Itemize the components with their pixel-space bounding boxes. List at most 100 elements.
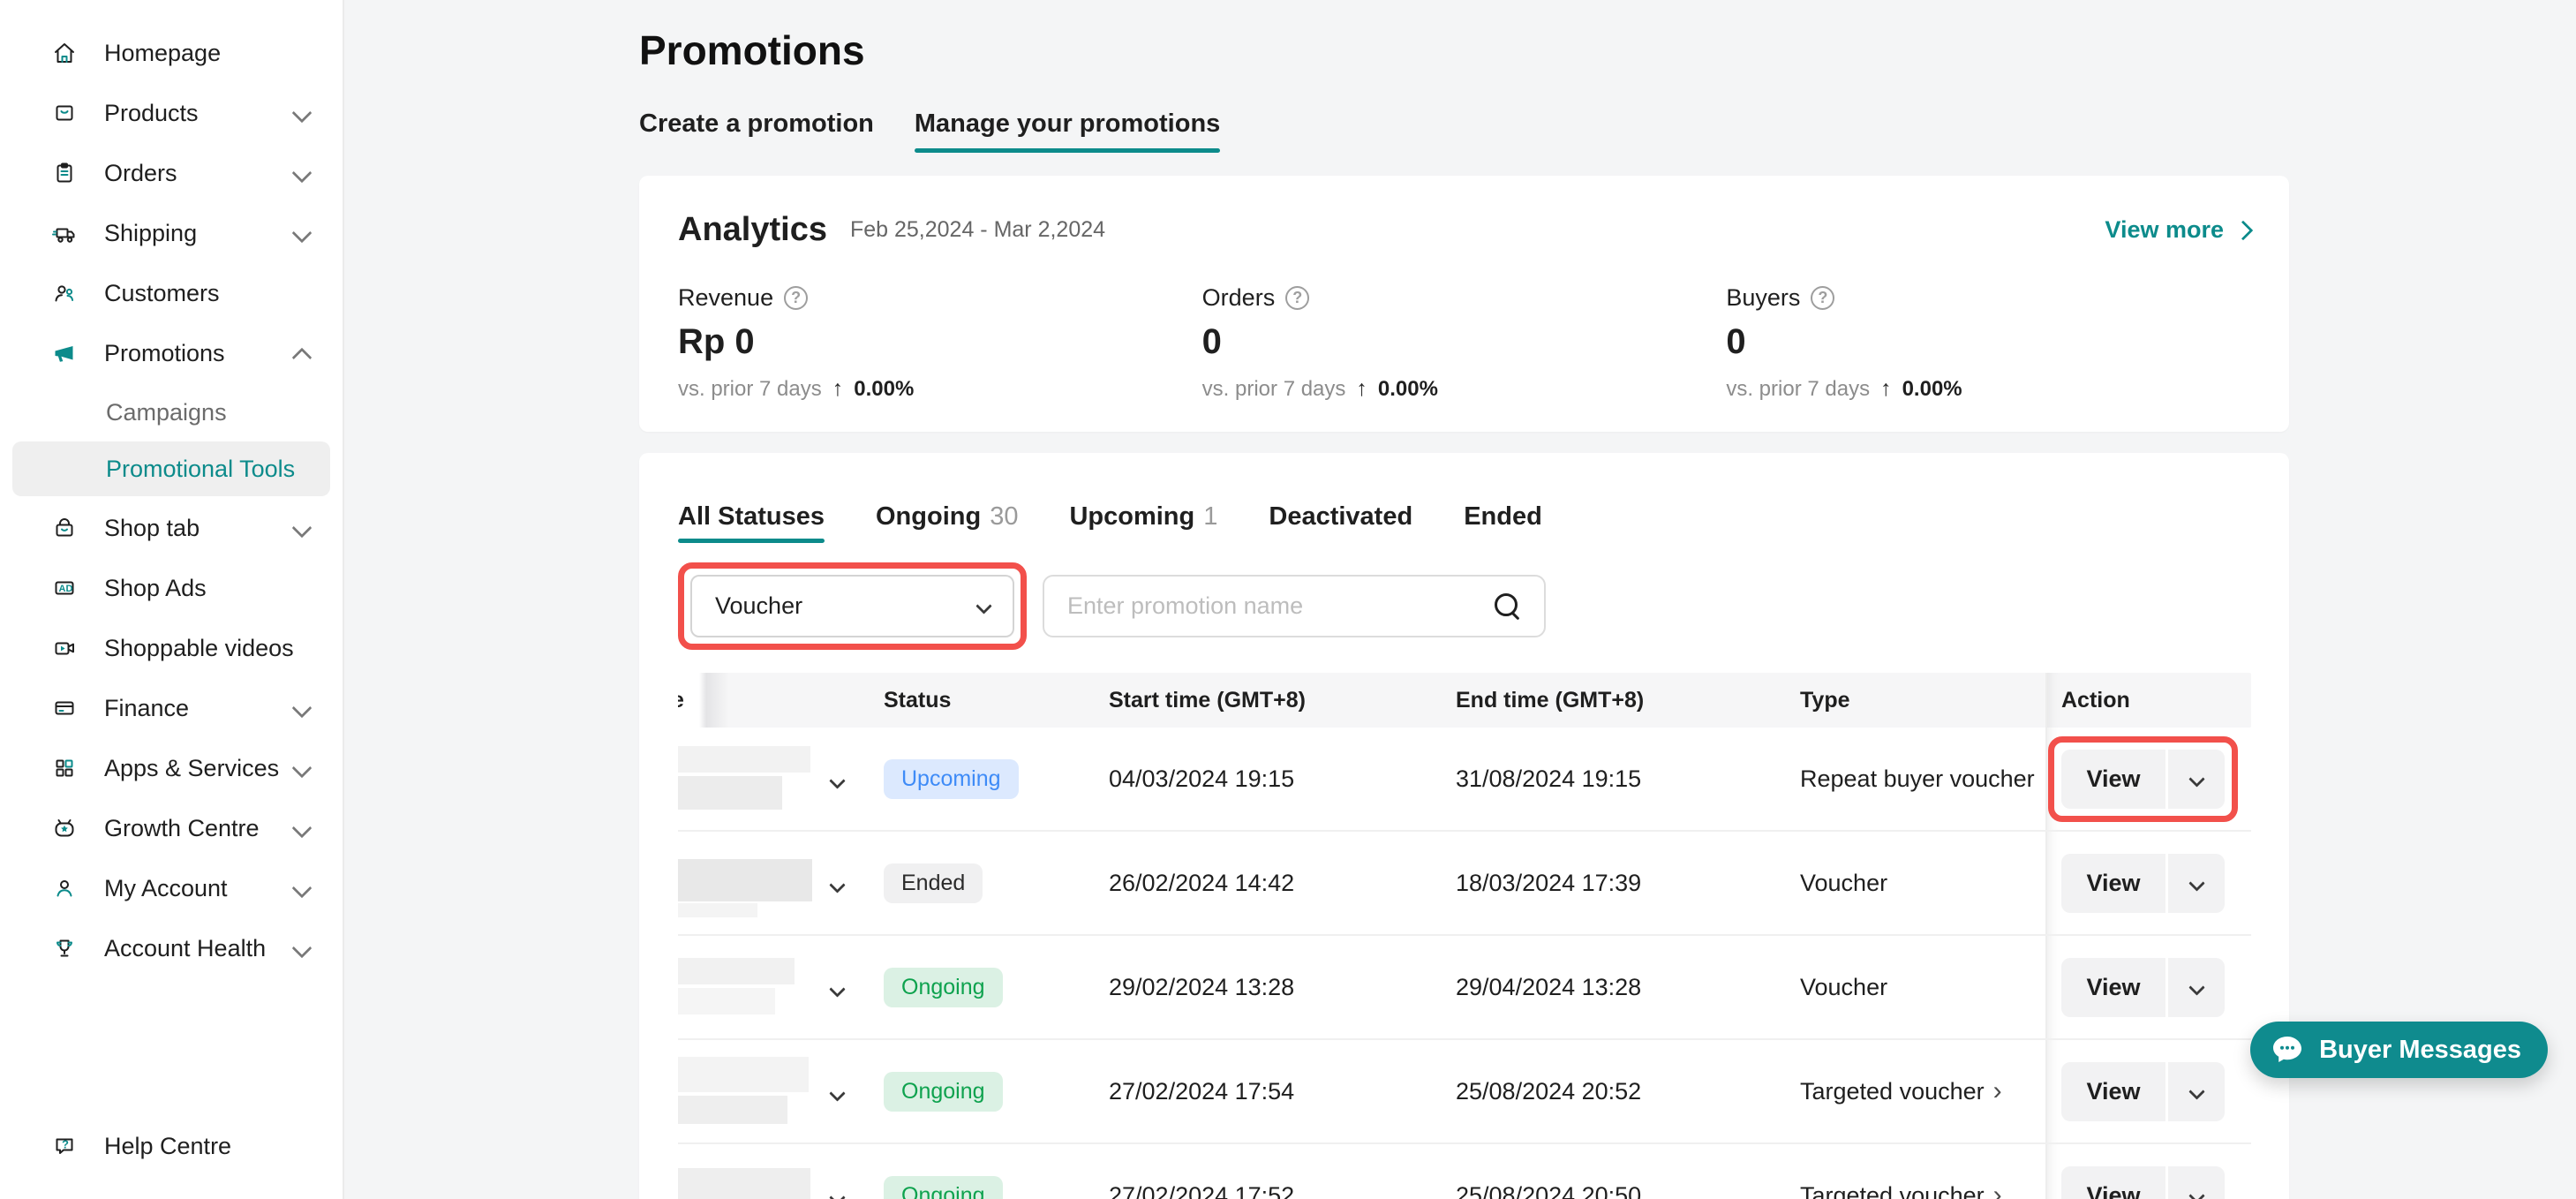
chevron-down-icon xyxy=(292,818,313,839)
type-cell: Repeat buyer voucher xyxy=(1800,765,2045,793)
column-action: Action xyxy=(2045,673,2251,728)
sidebar-item-shop-ads[interactable]: AD Shop Ads xyxy=(0,558,343,618)
chevron-down-icon xyxy=(292,879,313,899)
metric-value: Rp 0 xyxy=(678,322,1202,362)
sidebar-item-label: Shoppable videos xyxy=(104,635,294,662)
chevron-right-icon xyxy=(2233,220,2254,240)
sidebar-item-customers[interactable]: Customers xyxy=(0,263,343,323)
sidebar-subitem-label: Campaigns xyxy=(106,399,227,426)
view-button[interactable]: View xyxy=(2061,958,2165,1017)
sidebar-item-label: Finance xyxy=(104,695,189,722)
chevron-right-icon: › xyxy=(1993,1182,2002,1199)
end-time-cell: 25/08/2024 20:52 xyxy=(1456,1078,1800,1105)
sidebar-item-label: Products xyxy=(104,100,199,127)
sidebar-subitem-promotional-tools[interactable]: Promotional Tools xyxy=(12,441,330,496)
sidebar-item-label: Apps & Services xyxy=(104,755,279,782)
chevron-down-icon xyxy=(292,698,313,719)
table-header: e Status Start time (GMT+8) End time (GM… xyxy=(678,673,2251,728)
view-button[interactable]: View xyxy=(2061,750,2165,809)
status-tab-upcoming[interactable]: Upcoming1 xyxy=(1069,502,1217,543)
analytics-card: Analytics Feb 25,2024 - Mar 2,2024 View … xyxy=(639,176,2289,432)
promotion-type-select[interactable]: Voucher xyxy=(690,575,1014,637)
sidebar-subitem-label: Promotional Tools xyxy=(106,456,295,483)
type-cell[interactable]: Targeted voucher› xyxy=(1800,1078,2045,1105)
view-button[interactable]: View xyxy=(2061,1166,2165,1199)
expand-row-icon[interactable] xyxy=(826,760,848,798)
view-dropdown-button[interactable] xyxy=(2168,1062,2225,1121)
type-cell[interactable]: Targeted voucher› xyxy=(1800,1182,2045,1199)
status-tab-ongoing[interactable]: Ongoing30 xyxy=(876,502,1018,543)
view-more-link[interactable]: View more xyxy=(2105,216,2250,244)
expand-row-icon[interactable] xyxy=(826,1073,848,1111)
grid-icon xyxy=(49,753,79,783)
users-icon xyxy=(49,278,79,308)
chevron-down-icon xyxy=(292,939,313,959)
view-dropdown-button[interactable] xyxy=(2168,1166,2225,1199)
start-time-cell: 29/02/2024 13:28 xyxy=(1109,974,1456,1001)
sidebar: Homepage Products Orders Shipping xyxy=(0,0,344,1199)
table-row: Ongoing 27/02/2024 17:52 25/08/2024 20:5… xyxy=(678,1144,2251,1199)
help-bubble-icon: ? xyxy=(49,1131,79,1161)
shop-bag-icon xyxy=(49,513,79,543)
end-time-cell: 25/08/2024 20:50 xyxy=(1456,1182,1800,1199)
redacted-promotion-name xyxy=(678,741,819,817)
chevron-down-icon xyxy=(292,163,313,184)
sidebar-item-label: Orders xyxy=(104,160,177,187)
up-arrow-icon: ↑ xyxy=(1356,376,1367,402)
sidebar-item-label: Shipping xyxy=(104,220,197,247)
main-area: Promotions Create a promotion Manage you… xyxy=(344,0,2576,1199)
promotions-table: e Status Start time (GMT+8) End time (GM… xyxy=(678,673,2251,1199)
sidebar-item-homepage[interactable]: Homepage xyxy=(0,23,343,83)
sidebar-item-help-centre[interactable]: ? Help Centre xyxy=(0,1116,343,1176)
expand-row-icon[interactable] xyxy=(826,969,848,1007)
sidebar-item-label: Help Centre xyxy=(104,1133,231,1160)
question-icon[interactable]: ? xyxy=(1285,286,1309,310)
view-button[interactable]: View xyxy=(2061,1062,2165,1121)
sidebar-item-promotions[interactable]: Promotions xyxy=(0,323,343,383)
expand-row-icon[interactable] xyxy=(826,1177,848,1199)
page-tabs: Create a promotion Manage your promotion… xyxy=(639,109,2289,153)
status-tab-deactivated[interactable]: Deactivated xyxy=(1269,502,1412,543)
view-dropdown-button[interactable] xyxy=(2168,958,2225,1017)
view-dropdown-button[interactable] xyxy=(2168,854,2225,913)
start-time-cell: 27/02/2024 17:54 xyxy=(1109,1078,1456,1105)
status-tab-count: 30 xyxy=(990,502,1018,532)
redacted-promotion-name xyxy=(678,845,819,921)
status-badge: Ended xyxy=(884,863,983,903)
sidebar-item-orders[interactable]: Orders xyxy=(0,143,343,203)
view-dropdown-button[interactable] xyxy=(2168,750,2225,809)
sidebar-item-finance[interactable]: Finance xyxy=(0,678,343,738)
sidebar-item-growth-centre[interactable]: Growth Centre xyxy=(0,798,343,858)
sidebar-item-label: Shop tab xyxy=(104,515,200,542)
tab-manage-your-promotions[interactable]: Manage your promotions xyxy=(915,109,1220,153)
sidebar-item-shop-tab[interactable]: Shop tab xyxy=(0,498,343,558)
question-icon[interactable]: ? xyxy=(1811,286,1834,310)
sidebar-item-shipping[interactable]: Shipping xyxy=(0,203,343,263)
search-icon[interactable] xyxy=(1493,592,1523,622)
ad-icon: AD xyxy=(49,573,79,603)
question-icon[interactable]: ? xyxy=(784,286,808,310)
sidebar-subitem-campaigns[interactable]: Campaigns xyxy=(12,385,330,440)
truck-icon xyxy=(49,218,79,248)
buyer-messages-button[interactable]: Buyer Messages xyxy=(2250,1022,2548,1078)
column-status: Status xyxy=(884,688,1109,713)
status-tab-all[interactable]: All Statuses xyxy=(678,502,825,543)
tab-create-a-promotion[interactable]: Create a promotion xyxy=(639,109,874,153)
sidebar-item-my-account[interactable]: My Account xyxy=(0,858,343,918)
view-button[interactable]: View xyxy=(2061,854,2165,913)
sidebar-item-shoppable-videos[interactable]: Shoppable videos xyxy=(0,618,343,678)
sidebar-item-label: Growth Centre xyxy=(104,815,260,842)
status-tab-ended[interactable]: Ended xyxy=(1464,502,1542,543)
metric-orders: Orders? 0 vs. prior 7 days↑0.00% xyxy=(1202,284,1727,402)
sidebar-item-products[interactable]: Products xyxy=(0,83,343,143)
expand-row-icon[interactable] xyxy=(826,864,848,902)
sidebar-item-label: Homepage xyxy=(104,40,221,67)
metric-revenue: Revenue? Rp 0 vs. prior 7 days↑0.00% xyxy=(678,284,1202,402)
annotation-box-view-button: View xyxy=(2048,736,2238,822)
promotion-search-input[interactable] xyxy=(1066,592,1493,621)
sidebar-item-account-health[interactable]: Account Health xyxy=(0,918,343,978)
status-tabs: All Statuses Ongoing30 Upcoming1 Deactiv… xyxy=(678,502,2250,543)
status-badge: Ongoing xyxy=(884,1072,1003,1112)
sidebar-item-apps-services[interactable]: Apps & Services xyxy=(0,738,343,798)
metric-value: 0 xyxy=(1726,322,2250,362)
